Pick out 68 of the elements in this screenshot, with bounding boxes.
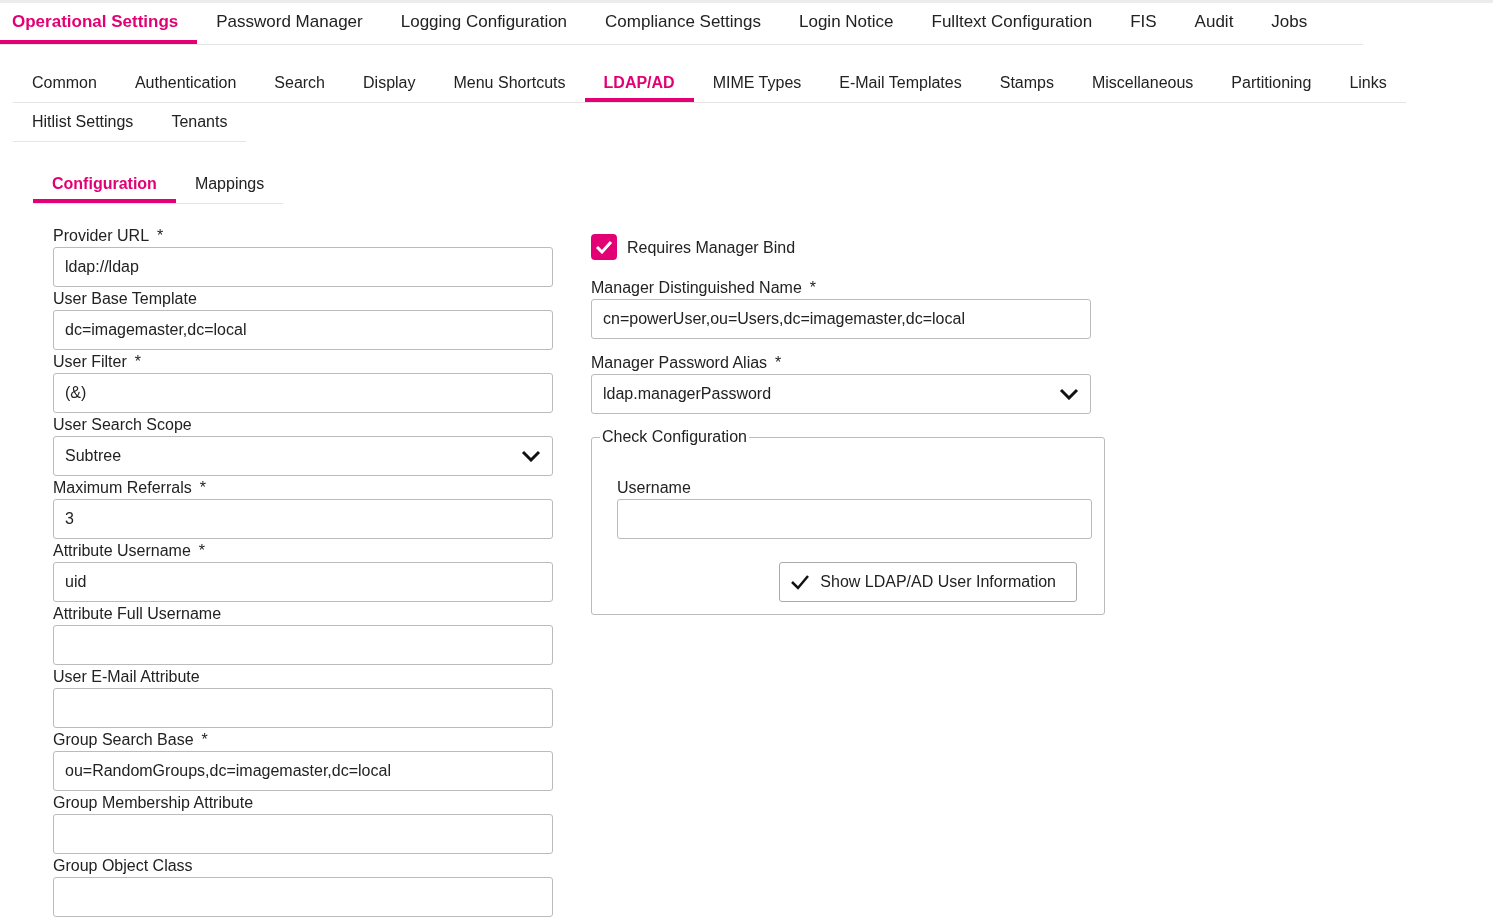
input-field[interactable] [53, 625, 553, 665]
field-label: Group Search Base [53, 730, 194, 750]
sub-tab[interactable]: Hitlist Settings [13, 106, 153, 141]
field-label: User Filter [53, 352, 127, 372]
section-tab[interactable]: Configuration [33, 168, 176, 203]
field-label: Manager Password Alias [591, 353, 768, 373]
sub-tab[interactable]: Partitioning [1212, 67, 1331, 102]
main-tab[interactable]: Logging Configuration [388, 3, 587, 44]
main-tab[interactable]: Fulltext Configuration [919, 3, 1112, 44]
input-field[interactable]: ou=RandomGroups,dc=imagemaster,dc=local [53, 751, 553, 791]
field-label: User Search Scope [53, 415, 192, 435]
input-field[interactable] [617, 499, 1092, 539]
main-tab[interactable]: Compliance Settings [593, 3, 780, 44]
field-label: Group Object Class [53, 856, 193, 876]
sub-tab[interactable]: Tenants [152, 106, 247, 141]
sub-tab[interactable]: Miscellaneous [1072, 67, 1213, 102]
sub-tab[interactable]: Menu Shortcuts [434, 67, 585, 102]
main-tab[interactable]: FIS [1118, 3, 1176, 44]
sub-tab[interactable]: LDAP/AD [584, 67, 694, 102]
required-mark: * [134, 352, 141, 372]
sub-tab[interactable]: Search [255, 67, 344, 102]
dropdown-field[interactable]: ldap.managerPassword [591, 374, 1091, 414]
checkbox-label: Requires Manager Bind [627, 237, 796, 258]
input-field[interactable]: cn=powerUser,ou=Users,dc=imagemaster,dc=local [591, 299, 1091, 339]
field-label: Group Membership Attribute [53, 793, 254, 813]
dropdown-field[interactable]: Subtree [53, 436, 553, 476]
main-tab[interactable]: Audit [1182, 3, 1253, 44]
input-field[interactable]: (&) [53, 373, 553, 413]
required-mark: * [201, 730, 208, 750]
sub-tab[interactable]: MIME Types [693, 67, 821, 102]
sub-tab[interactable]: Common [13, 67, 116, 102]
input-field[interactable] [53, 688, 553, 728]
checkbox[interactable] [591, 234, 617, 260]
input-field[interactable] [53, 877, 553, 917]
required-mark: * [809, 278, 816, 298]
chevron-down-icon [1059, 388, 1079, 400]
field-label: Maximum Referrals [53, 478, 192, 498]
field-label: Provider URL [53, 226, 150, 246]
sub-tab[interactable]: Stamps [980, 67, 1073, 102]
main-tab[interactable]: Operational Settings [0, 3, 198, 44]
main-tab[interactable]: Jobs [1259, 3, 1327, 44]
field-label: Attribute Full Username [53, 604, 222, 624]
sub-tab[interactable]: Display [344, 67, 435, 102]
input-field[interactable] [53, 814, 553, 854]
input-field[interactable]: dc=imagemaster,dc=local [53, 310, 553, 350]
required-mark: * [157, 226, 164, 246]
field-label: User Base Template [53, 289, 197, 309]
main-tab[interactable]: Login Notice [787, 3, 913, 44]
input-field[interactable]: uid [53, 562, 553, 602]
check-icon [595, 240, 613, 254]
required-mark: * [775, 353, 782, 373]
field-label: Manager Distinguished Name [591, 278, 802, 298]
field-label: Username [617, 478, 692, 498]
show-user-info-button[interactable]: Show LDAP/AD User Information [779, 562, 1077, 602]
required-mark: * [198, 541, 206, 561]
sub-tab[interactable]: Links [1330, 67, 1406, 102]
panel-title: Check Configuration [601, 428, 748, 446]
section-tab[interactable]: Mappings [175, 168, 284, 203]
sub-tab[interactable]: E-Mail Templates [820, 67, 981, 102]
field-label: User E-Mail Attribute [53, 667, 200, 687]
sub-tab[interactable]: Authentication [115, 67, 256, 102]
required-mark: * [199, 478, 206, 498]
check-icon [790, 574, 811, 590]
field-label: Attribute Username [53, 541, 191, 561]
input-field[interactable]: 3 [53, 499, 553, 539]
chevron-down-icon [521, 450, 541, 462]
main-tab[interactable]: Password Manager [204, 3, 382, 44]
input-field[interactable]: ldap://ldap [53, 247, 553, 287]
